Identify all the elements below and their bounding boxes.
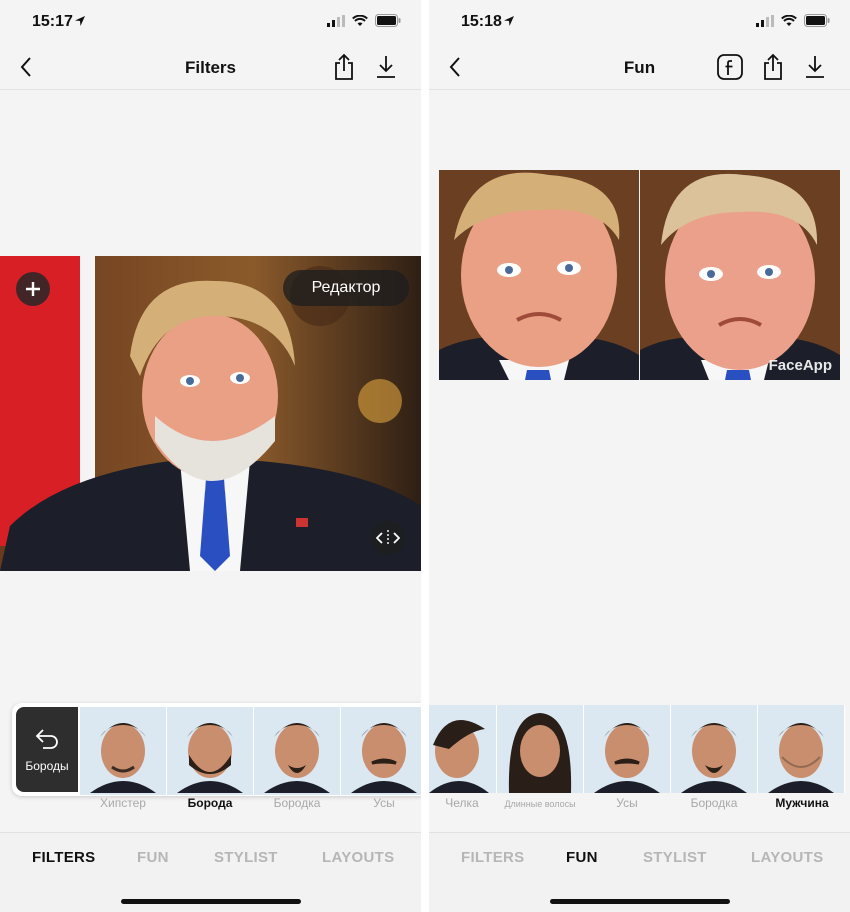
tab-filters[interactable]: FILTERS [461,849,524,866]
filter-thumbnail-long-hair[interactable] [497,705,583,793]
wifi-icon [781,14,797,26]
download-button[interactable] [372,53,400,81]
signal-icon [327,14,345,27]
tab-stylist[interactable]: STYLIST [214,849,278,866]
signal-icon [756,14,774,27]
add-button[interactable] [16,272,50,306]
wifi-icon [352,14,368,26]
compare-button[interactable] [371,521,405,555]
tab-bar: FILTERS FUN STYLIST LAYOUTS [429,832,850,912]
comparison-photo[interactable]: FaceApp [439,170,840,380]
filter-label: Длинные волосы [504,799,576,809]
status-time: 15:17 [32,13,73,30]
filter-label: Бородка [273,796,321,810]
filter-list [429,705,845,793]
filter-label: Хипстер [100,796,146,810]
filter-label-selected: Мужчина [775,796,829,810]
filter-label: Усы [373,796,395,810]
share-button[interactable] [759,53,787,81]
filter-label-selected: Борода [187,796,233,810]
face-thumbnail [584,705,670,793]
tab-bar: FILTERS FUN STYLIST LAYOUTS [0,832,421,912]
location-arrow-icon [504,16,514,26]
compare-icon [376,530,400,546]
tab-fun[interactable]: FUN [566,849,598,866]
filter-thumbnail-goatee[interactable] [671,705,757,793]
share-button[interactable] [330,53,358,81]
download-icon [806,56,824,78]
home-indicator [549,899,730,904]
beards-back-button[interactable]: Бороды [16,707,78,792]
face-thumbnail [758,705,844,793]
nav-bar: Filters [0,44,421,90]
facebook-icon [717,54,743,80]
face-thumbnail [167,707,253,793]
filters-screen: 15:17 Filters Редактор Бороды Хипстер Бо… [0,0,421,912]
plus-icon [26,282,40,296]
location-arrow-icon [75,16,85,26]
face-thumbnail [497,705,583,793]
tab-layouts[interactable]: LAYOUTS [751,849,823,866]
filter-thumbnail-mustache[interactable] [341,707,421,795]
face-thumbnail [80,707,166,793]
face-thumbnail [341,707,421,793]
fun-screen: 15:18 Fun FaceApp Челка Длинные волосы У… [429,0,850,912]
filter-list [80,707,421,795]
status-time: 15:18 [461,13,502,30]
back-card-label: Бороды [25,758,69,773]
tab-stylist[interactable]: STYLIST [643,849,707,866]
download-button[interactable] [801,53,829,81]
home-indicator [120,899,301,904]
nav-bar: Fun [429,44,850,90]
status-bar: 15:18 [429,0,850,44]
filter-thumbnail-beard[interactable] [167,707,253,795]
filter-thumbnail-bangs[interactable] [429,705,496,793]
filter-thumbnail-man[interactable] [758,705,844,793]
face-thumbnail [429,705,496,793]
filter-label: Челка [445,796,479,810]
undo-icon [35,728,58,749]
status-bar: 15:17 [0,0,421,44]
editor-button[interactable]: Редактор [283,270,409,306]
share-icon [335,53,353,80]
face-thumbnail [254,707,340,793]
filter-thumbnail-hipster[interactable] [80,707,166,795]
filter-label: Усы [616,796,638,810]
filter-label: Бородка [690,796,738,810]
filter-thumbnail-goatee[interactable] [254,707,340,795]
download-icon [377,56,395,78]
battery-icon [375,14,401,27]
facebook-button[interactable] [716,53,744,81]
share-icon [764,53,782,80]
tab-fun[interactable]: FUN [137,849,169,866]
tab-filters[interactable]: FILTERS [32,849,95,866]
before-after-image [439,170,840,380]
faceapp-watermark: FaceApp [768,357,832,374]
filter-thumbnail-mustache[interactable] [584,705,670,793]
battery-icon [804,14,830,27]
face-thumbnail [671,705,757,793]
tab-layouts[interactable]: LAYOUTS [322,849,394,866]
